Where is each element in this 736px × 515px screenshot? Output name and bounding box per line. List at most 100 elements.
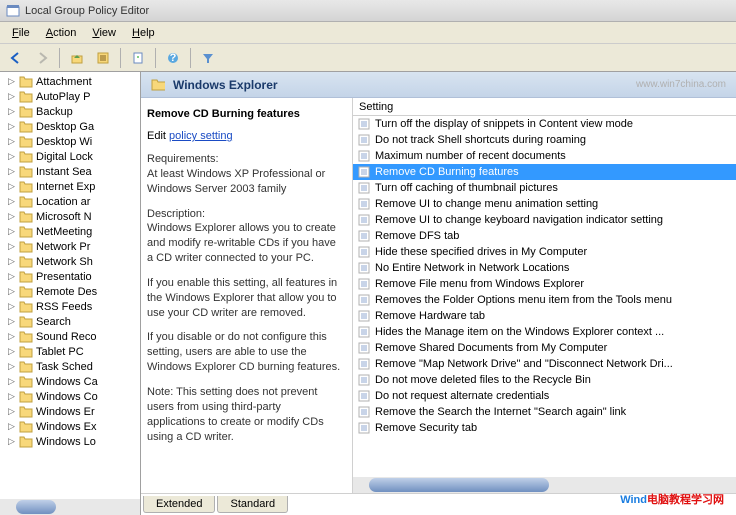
tab-standard[interactable]: Standard bbox=[217, 496, 288, 513]
setting-row[interactable]: Turn off the display of snippets in Cont… bbox=[353, 116, 736, 132]
setting-row[interactable]: Hides the Manage item on the Windows Exp… bbox=[353, 324, 736, 340]
setting-row[interactable]: Remove Hardware tab bbox=[353, 308, 736, 324]
expand-icon[interactable]: ▷ bbox=[6, 286, 17, 297]
tab-extended[interactable]: Extended bbox=[143, 496, 215, 513]
menu-file[interactable]: Fdocument.currentScript.previousElementS… bbox=[4, 25, 38, 41]
tree-item[interactable]: ▷Desktop Wi bbox=[0, 134, 140, 149]
expand-icon[interactable]: ▷ bbox=[6, 421, 17, 432]
expand-icon[interactable]: ▷ bbox=[6, 226, 17, 237]
settings-horizontal-scrollbar[interactable] bbox=[353, 477, 736, 493]
setting-row[interactable]: Remove UI to change menu animation setti… bbox=[353, 196, 736, 212]
tree-item[interactable]: ▷Microsoft N bbox=[0, 209, 140, 224]
tree-item[interactable]: ▷Desktop Ga bbox=[0, 119, 140, 134]
tree-item[interactable]: ▷Windows Er bbox=[0, 404, 140, 419]
setting-label: No Entire Network in Network Locations bbox=[375, 262, 569, 274]
tree-item[interactable]: ▷Windows Co bbox=[0, 389, 140, 404]
expand-icon[interactable]: ▷ bbox=[6, 331, 17, 342]
expand-icon[interactable]: ▷ bbox=[6, 436, 17, 447]
settings-list[interactable]: Turn off the display of snippets in Cont… bbox=[353, 116, 736, 477]
setting-row[interactable]: Remove CD Burning features bbox=[353, 164, 736, 180]
tree-item[interactable]: ▷NetMeeting bbox=[0, 224, 140, 239]
expand-icon[interactable]: ▷ bbox=[6, 346, 17, 357]
expand-icon[interactable]: ▷ bbox=[6, 121, 17, 132]
properties-button[interactable] bbox=[126, 47, 150, 69]
expand-icon[interactable]: ▷ bbox=[6, 316, 17, 327]
tree-item[interactable]: ▷Tablet PC bbox=[0, 344, 140, 359]
expand-icon[interactable]: ▷ bbox=[6, 376, 17, 387]
tree-item[interactable]: ▷Digital Lock bbox=[0, 149, 140, 164]
setting-row[interactable]: Do not request alternate credentials bbox=[353, 388, 736, 404]
up-button[interactable] bbox=[65, 47, 89, 69]
details-button[interactable] bbox=[91, 47, 115, 69]
setting-row[interactable]: Remove the Search the Internet "Search a… bbox=[353, 404, 736, 420]
tree-horizontal-scrollbar[interactable] bbox=[0, 499, 140, 515]
tree-item[interactable]: ▷AutoPlay P bbox=[0, 89, 140, 104]
tree-item[interactable]: ▷ Windows Ex bbox=[0, 419, 140, 434]
tree-item[interactable]: ▷Task Sched bbox=[0, 359, 140, 374]
expand-icon[interactable]: ▷ bbox=[6, 211, 17, 222]
setting-row[interactable]: Remove Shared Documents from My Computer bbox=[353, 340, 736, 356]
tree-item[interactable]: ▷Internet Exp bbox=[0, 179, 140, 194]
tree-item[interactable]: ▷Backup bbox=[0, 104, 140, 119]
tree-item[interactable]: ▷Windows Lo bbox=[0, 434, 140, 449]
separator bbox=[120, 48, 121, 68]
tree-item[interactable]: ▷Location ar bbox=[0, 194, 140, 209]
expand-icon[interactable]: ▷ bbox=[6, 196, 17, 207]
setting-row[interactable]: Turn off caching of thumbnail pictures bbox=[353, 180, 736, 196]
expand-icon[interactable]: ▷ bbox=[6, 241, 17, 252]
setting-row[interactable]: Remove "Map Network Drive" and "Disconne… bbox=[353, 356, 736, 372]
expand-icon[interactable]: ▷ bbox=[6, 361, 17, 372]
setting-row[interactable]: Remove DFS tab bbox=[353, 228, 736, 244]
help-button[interactable]: ? bbox=[161, 47, 185, 69]
policy-icon bbox=[357, 325, 371, 339]
tree-item[interactable]: ▷Windows Ca bbox=[0, 374, 140, 389]
setting-row[interactable]: Removes the Folder Options menu item fro… bbox=[353, 292, 736, 308]
expand-icon[interactable]: ▷ bbox=[6, 181, 17, 192]
expand-icon[interactable]: ▷ bbox=[6, 166, 17, 177]
expand-icon[interactable]: ▷ bbox=[6, 391, 17, 402]
expand-icon[interactable]: ▷ bbox=[6, 136, 17, 147]
filter-button[interactable] bbox=[196, 47, 220, 69]
setting-row[interactable]: Remove UI to change keyboard navigation … bbox=[353, 212, 736, 228]
tree-item[interactable]: ▷Instant Sea bbox=[0, 164, 140, 179]
setting-row[interactable]: Maximum number of recent documents bbox=[353, 148, 736, 164]
setting-row[interactable]: No Entire Network in Network Locations bbox=[353, 260, 736, 276]
tree-item[interactable]: ▷Presentatio bbox=[0, 269, 140, 284]
tree-item[interactable]: ▷Search bbox=[0, 314, 140, 329]
setting-row[interactable]: Do not move deleted files to the Recycle… bbox=[353, 372, 736, 388]
tree-item-label: Windows Ex bbox=[36, 421, 97, 433]
expand-icon[interactable]: ▷ bbox=[6, 91, 17, 102]
expand-icon[interactable]: ▷ bbox=[6, 76, 17, 87]
tree-item[interactable]: ▷Attachment bbox=[0, 74, 140, 89]
policy-icon bbox=[357, 341, 371, 355]
edit-policy-link[interactable]: policy setting bbox=[169, 130, 233, 142]
tree-item[interactable]: ▷Network Sh bbox=[0, 254, 140, 269]
scrollbar-thumb[interactable] bbox=[16, 500, 56, 514]
forward-button[interactable] bbox=[30, 47, 54, 69]
expand-icon[interactable]: ▷ bbox=[6, 271, 17, 282]
setting-row[interactable]: Do not track Shell shortcuts during roam… bbox=[353, 132, 736, 148]
column-header-setting[interactable]: Setting bbox=[353, 98, 736, 116]
tree-item[interactable]: ▷Sound Reco bbox=[0, 329, 140, 344]
expand-icon[interactable]: ▷ bbox=[6, 256, 17, 267]
setting-row[interactable]: Hide these specified drives in My Comput… bbox=[353, 244, 736, 260]
menu-help[interactable]: Help bbox=[124, 25, 163, 41]
tree-item-label: Remote Des bbox=[36, 286, 97, 298]
expand-icon[interactable]: ▷ bbox=[6, 106, 17, 117]
tree-item[interactable]: ▷RSS Feeds bbox=[0, 299, 140, 314]
expand-icon[interactable]: ▷ bbox=[6, 406, 17, 417]
setting-row[interactable]: Remove File menu from Windows Explorer bbox=[353, 276, 736, 292]
scrollbar-thumb[interactable] bbox=[369, 478, 549, 492]
tree-list[interactable]: ▷Attachment▷AutoPlay P▷Backup▷Desktop Ga… bbox=[0, 72, 140, 499]
menu-view[interactable]: View bbox=[84, 25, 124, 41]
expand-icon[interactable]: ▷ bbox=[6, 301, 17, 312]
tree-item[interactable]: ▷ Remote Des bbox=[0, 284, 140, 299]
title-bar: Local Group Policy Editor bbox=[0, 0, 736, 22]
setting-row[interactable]: Remove Security tab bbox=[353, 420, 736, 436]
back-button[interactable] bbox=[4, 47, 28, 69]
expand-icon[interactable]: ▷ bbox=[6, 151, 17, 162]
tree-item[interactable]: ▷Network Pr bbox=[0, 239, 140, 254]
edit-line: Edit policy setting bbox=[147, 130, 342, 142]
menu-action[interactable]: Action bbox=[38, 25, 85, 41]
policy-icon bbox=[357, 213, 371, 227]
